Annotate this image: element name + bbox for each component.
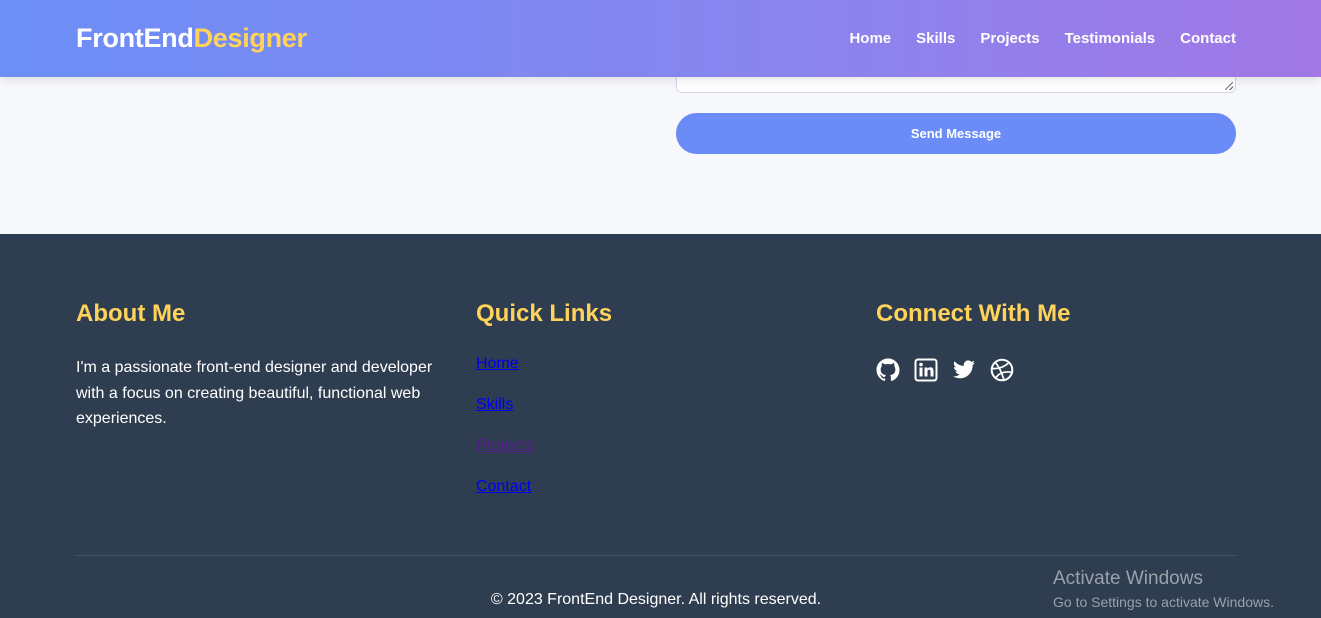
nav-contact[interactable]: Contact	[1180, 30, 1236, 47]
list-item: Contact	[476, 478, 776, 519]
linkedin-icon	[914, 358, 938, 382]
github-link[interactable]	[876, 358, 900, 382]
logo[interactable]: FrontEndDesigner	[76, 23, 307, 54]
about-text: I'm a passionate front-end designer and …	[76, 359, 433, 427]
connect-title: Connect With Me	[876, 300, 1071, 327]
linkedin-link[interactable]	[914, 358, 938, 382]
list-item: Home	[476, 355, 776, 396]
logo-part-designer: Designer	[193, 23, 307, 53]
site-footer: About Me I'm a passionate front-end desi…	[0, 234, 1321, 618]
about-title: About Me	[76, 300, 186, 327]
quick-links-title: Quick Links	[476, 300, 613, 327]
list-item: Skills	[476, 396, 776, 437]
nav-testimonials[interactable]: Testimonials	[1065, 30, 1156, 47]
quick-links-list: Home Skills Projects Contact	[476, 355, 776, 519]
nav-skills[interactable]: Skills	[916, 30, 955, 47]
watermark-title: Activate Windows	[1053, 568, 1203, 589]
list-item: Projects	[476, 437, 776, 478]
footer-divider	[76, 555, 1236, 556]
social-links	[876, 358, 1236, 382]
footer-link-skills[interactable]: Skills	[476, 396, 513, 413]
footer-link-contact[interactable]: Contact	[476, 478, 531, 495]
windows-activation-watermark: Activate Windows Go to Settings to activ…	[1053, 568, 1274, 610]
github-icon	[876, 358, 900, 381]
footer-link-home[interactable]: Home	[476, 355, 519, 372]
main-nav: Home Skills Projects Testimonials Contac…	[849, 30, 1236, 47]
watermark-subtitle: Go to Settings to activate Windows.	[1053, 594, 1274, 610]
footer-about: About Me I'm a passionate front-end desi…	[76, 300, 446, 432]
footer-link-projects[interactable]: Projects	[476, 437, 534, 454]
twitter-link[interactable]	[952, 358, 976, 382]
twitter-icon	[953, 360, 975, 379]
logo-part-frontend: FrontEnd	[76, 23, 194, 53]
dribbble-link[interactable]	[990, 358, 1014, 382]
resize-handle-icon[interactable]	[1225, 82, 1233, 90]
contact-section: Send Message	[0, 67, 1321, 234]
site-header: FrontEndDesigner Home Skills Projects Te…	[0, 0, 1321, 77]
send-message-button[interactable]: Send Message	[676, 113, 1236, 154]
footer-quick-links: Quick Links Home Skills Projects Contact	[476, 300, 776, 519]
page: FrontEndDesigner Home Skills Projects Te…	[0, 0, 1321, 618]
nav-projects[interactable]: Projects	[980, 30, 1039, 47]
dribbble-icon	[990, 358, 1014, 382]
nav-home[interactable]: Home	[849, 30, 891, 47]
footer-connect: Connect With Me	[876, 300, 1236, 382]
